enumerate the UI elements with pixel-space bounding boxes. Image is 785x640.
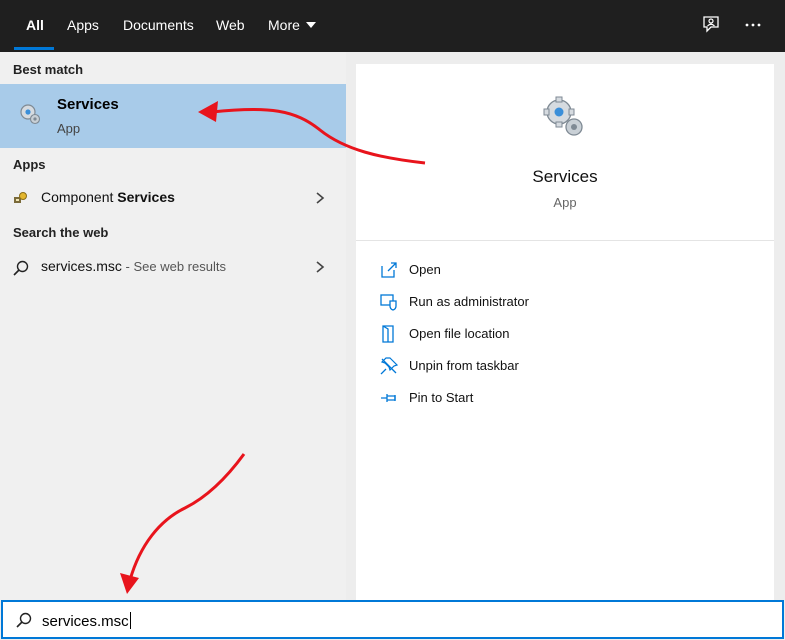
search-icon bbox=[13, 260, 29, 276]
services-gear-icon bbox=[20, 104, 41, 125]
action-run-as-admin[interactable]: Run as administrator bbox=[356, 287, 774, 317]
best-match-item[interactable]: Services App bbox=[0, 84, 346, 148]
search-input[interactable]: services.msc bbox=[1, 600, 784, 639]
tab-more[interactable]: More bbox=[268, 0, 316, 52]
tab-apps[interactable]: Apps bbox=[67, 0, 99, 52]
folder-icon bbox=[382, 325, 394, 343]
apps-header: Apps bbox=[13, 157, 46, 172]
action-pin-to-start[interactable]: Pin to Start bbox=[356, 383, 774, 413]
feedback-icon[interactable] bbox=[700, 14, 722, 36]
chevron-right-icon[interactable] bbox=[314, 260, 326, 274]
search-icon bbox=[16, 612, 32, 628]
search-filter-bar: All Apps Documents Web More bbox=[0, 0, 785, 52]
chevron-down-icon bbox=[305, 22, 316, 28]
action-open[interactable]: Open bbox=[356, 255, 774, 285]
active-tab-indicator bbox=[14, 47, 54, 50]
chevron-right-icon[interactable] bbox=[314, 191, 326, 205]
action-label: Open bbox=[409, 262, 441, 277]
details-pane: Services App Open Run as administrator O… bbox=[356, 64, 774, 600]
more-options-icon[interactable] bbox=[742, 14, 764, 36]
action-label: Pin to Start bbox=[409, 390, 474, 405]
search-value: services.msc bbox=[42, 612, 131, 630]
search-web-header: Search the web bbox=[13, 225, 109, 240]
results-pane: Best match Services App Apps Component S… bbox=[0, 52, 346, 600]
action-open-file-location[interactable]: Open file location bbox=[356, 319, 774, 349]
best-match-title: Services bbox=[57, 96, 119, 113]
tab-documents[interactable]: Documents bbox=[123, 0, 194, 52]
best-match-header: Best match bbox=[13, 62, 84, 77]
list-item-label: Component Services bbox=[41, 189, 175, 205]
pin-icon bbox=[381, 394, 396, 402]
details-subtitle: App bbox=[553, 195, 577, 210]
tab-more-label: More bbox=[268, 17, 300, 33]
text-cursor bbox=[129, 612, 131, 629]
services-gear-icon bbox=[543, 96, 583, 136]
list-item[interactable]: services.msc - See web results bbox=[0, 250, 346, 284]
action-label: Run as administrator bbox=[409, 294, 529, 309]
open-icon bbox=[381, 262, 397, 278]
divider bbox=[356, 240, 774, 241]
shield-icon bbox=[380, 294, 397, 311]
list-item[interactable]: Component Services bbox=[0, 181, 346, 215]
list-item-label: services.msc - See web results bbox=[41, 258, 226, 274]
best-match-subtitle: App bbox=[57, 121, 81, 136]
component-services-icon bbox=[14, 192, 27, 203]
action-label: Open file location bbox=[409, 326, 510, 341]
details-title: Services bbox=[532, 167, 598, 186]
tab-all[interactable]: All bbox=[26, 0, 44, 52]
unpin-icon bbox=[380, 357, 399, 375]
action-unpin-taskbar[interactable]: Unpin from taskbar bbox=[356, 351, 774, 381]
action-label: Unpin from taskbar bbox=[409, 358, 519, 373]
tab-web[interactable]: Web bbox=[216, 0, 245, 52]
